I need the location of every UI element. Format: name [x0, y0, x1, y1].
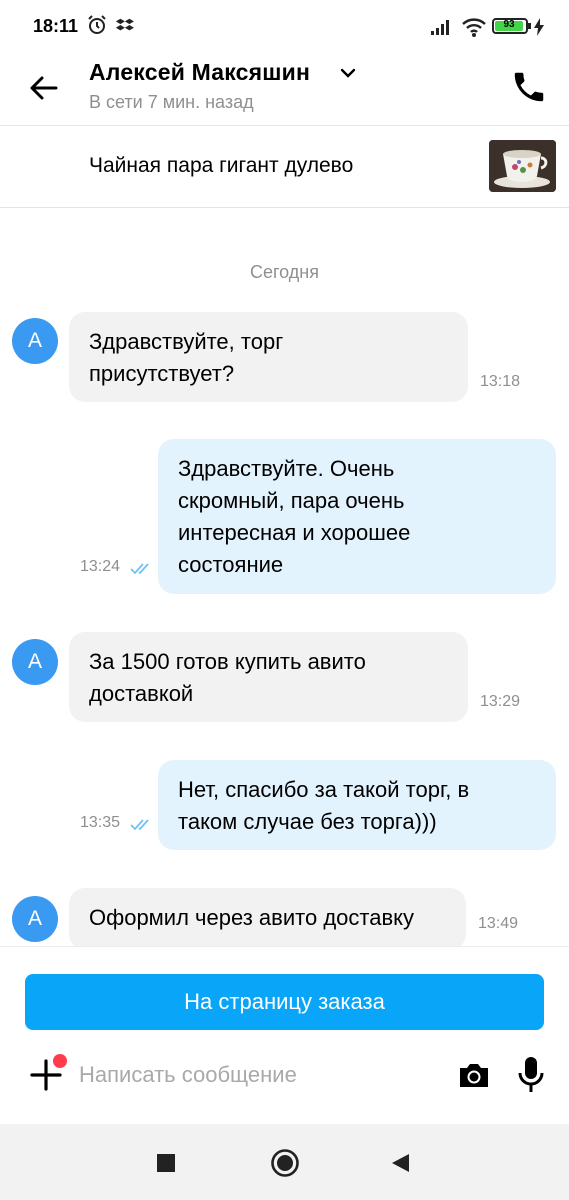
status-bar: 18:11 93	[0, 0, 569, 52]
system-nav-bar	[0, 1124, 569, 1200]
message-time: 13:29	[480, 693, 521, 710]
contact-online-status: В сети 7 мин. назад	[89, 92, 254, 112]
listing-title: Чайная пара гигант дулево	[89, 154, 354, 177]
incoming-message[interactable]: За 1500 готов купить авито доставкой 13:…	[69, 632, 520, 722]
message-time: 13:49	[478, 915, 519, 932]
notification-dot	[53, 1054, 67, 1068]
avatar[interactable]: А	[12, 639, 58, 685]
message-time: 13:24	[80, 558, 121, 575]
avatar[interactable]: А	[12, 896, 58, 942]
message-text: За 1500 готов купить авито доставкой	[89, 649, 366, 706]
charging-icon	[533, 18, 545, 41]
microphone-button[interactable]	[515, 1055, 547, 1095]
signal-icon	[430, 18, 454, 41]
recents-button[interactable]	[156, 1153, 176, 1178]
call-button[interactable]	[510, 68, 548, 106]
message-text: Здравствуйте. Очень скромный, пара очень…	[178, 456, 411, 577]
message-text: Оформил через авито доставку	[89, 905, 415, 930]
read-ticks-icon	[130, 560, 154, 581]
back-arrow-icon	[30, 76, 58, 100]
chat-messages[interactable]: Сегодня А Здравствуйте, торг присутствуе…	[0, 208, 569, 946]
square-icon	[157, 1154, 175, 1172]
triangle-back-icon	[392, 1154, 409, 1172]
phone-icon	[514, 72, 544, 102]
dropbox-icon	[115, 16, 135, 41]
battery-icon: 93	[492, 18, 531, 34]
order-page-button[interactable]: На страницу заказа	[25, 974, 544, 1030]
home-circle-icon	[271, 1149, 299, 1177]
incoming-message[interactable]: Оформил через авито доставку 13:49	[69, 888, 518, 946]
wifi-icon	[461, 16, 487, 43]
contact-name[interactable]: Алексей Максяшин	[89, 59, 310, 86]
message-time: 13:35	[80, 814, 121, 831]
microphone-icon	[518, 1057, 544, 1092]
avatar[interactable]: А	[12, 318, 58, 364]
message-text: Нет, спасибо за такой торг, в таком случ…	[178, 777, 470, 834]
message-input[interactable]	[79, 1059, 439, 1091]
battery-level: 93	[503, 19, 515, 30]
composer-panel: На страницу заказа	[0, 946, 569, 1124]
message-text: Здравствуйте, торг присутствует?	[89, 329, 284, 386]
clock: 18:11	[33, 16, 79, 36]
listing-thumbnail	[489, 140, 556, 192]
incoming-message[interactable]: Здравствуйте, торг присутствует? 13:18	[69, 312, 520, 402]
home-button[interactable]	[270, 1148, 300, 1183]
message-time: 13:18	[480, 373, 521, 390]
camera-button[interactable]	[456, 1057, 492, 1093]
date-separator: Сегодня	[250, 262, 319, 282]
listing-card[interactable]: Чайная пара гигант дулево	[0, 126, 569, 208]
back-nav-button[interactable]	[389, 1152, 411, 1179]
back-button[interactable]	[26, 70, 62, 106]
chevron-down-icon[interactable]	[340, 66, 356, 84]
alarm-icon	[86, 14, 108, 41]
outgoing-message[interactable]: Нет, спасибо за такой торг, в таком случ…	[158, 760, 556, 850]
chat-header: Алексей Максяшин В сети 7 мин. назад	[0, 52, 569, 126]
camera-icon	[460, 1064, 488, 1087]
outgoing-message[interactable]: Здравствуйте. Очень скромный, пара очень…	[158, 439, 556, 594]
read-ticks-icon	[130, 816, 154, 837]
